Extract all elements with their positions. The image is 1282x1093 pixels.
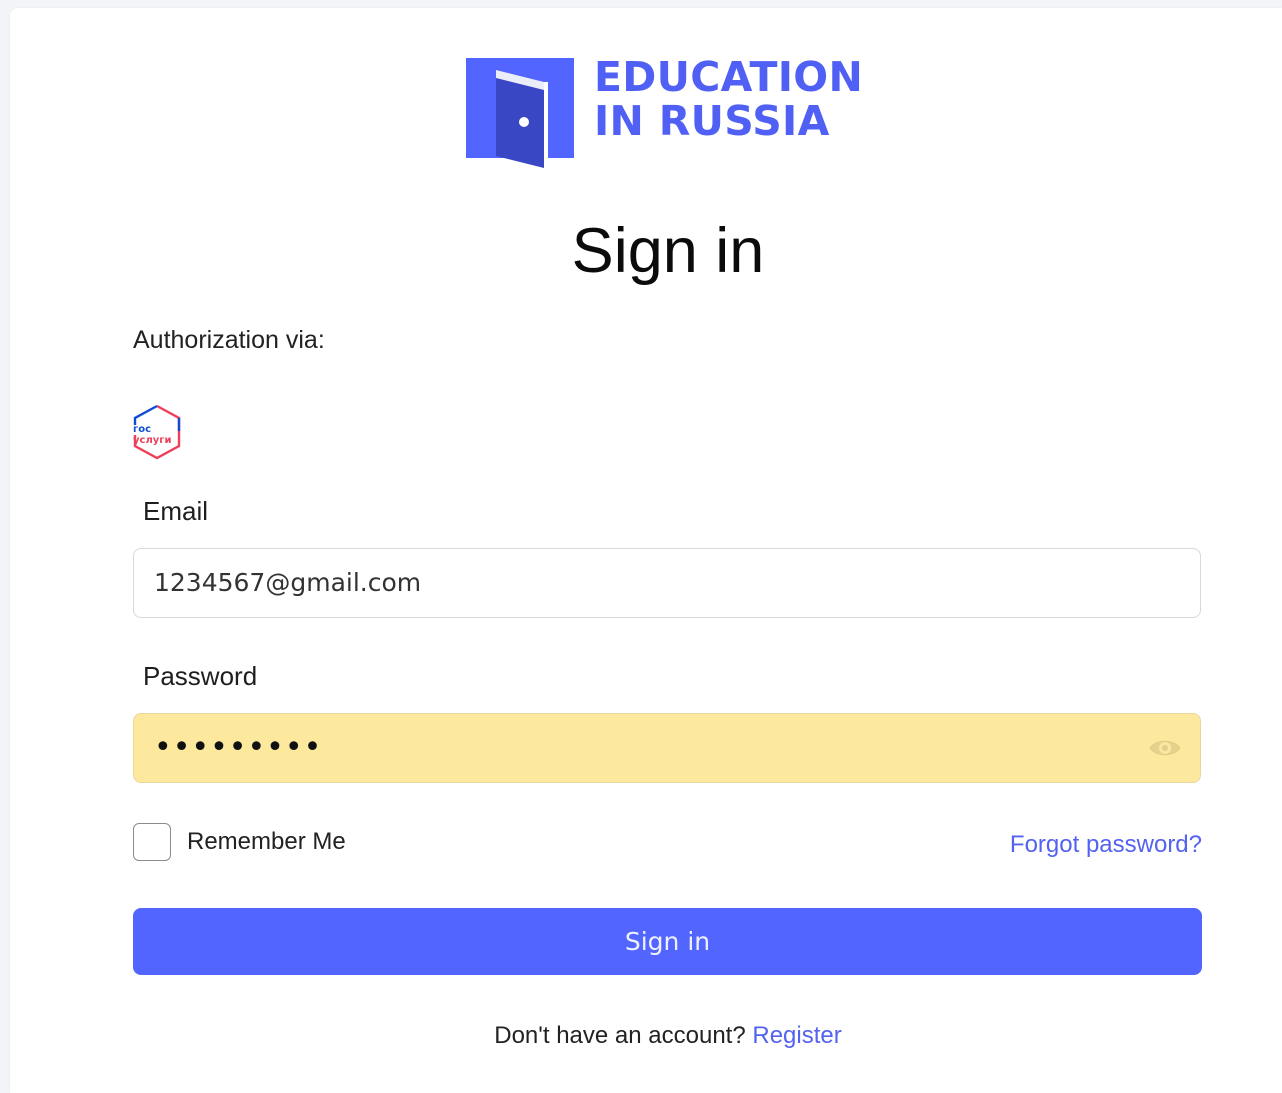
register-link[interactable]: Register	[752, 1022, 841, 1049]
email-label: Email	[143, 496, 209, 526]
remember-me: Remember Me	[133, 821, 346, 863]
sign-in-card: EDUCATION IN RUSSIA Sign in Authorizatio…	[10, 8, 1282, 1093]
email-field[interactable]: 1234567@gmail.com	[133, 548, 1201, 618]
password-masked-value: •••••••••	[154, 730, 323, 765]
remember-me-label[interactable]: Remember Me	[187, 828, 346, 856]
brand-wordmark: EDUCATION IN RUSSIA	[594, 55, 863, 143]
gosuslugi-text-top: гос	[133, 424, 151, 435]
gosuslugi-login-button[interactable]: гос услуги	[130, 403, 184, 463]
forgot-password-link[interactable]: Forgot password?	[1010, 831, 1202, 859]
door-logo-icon	[466, 58, 574, 168]
remember-me-checkbox[interactable]	[133, 823, 171, 861]
brand-line-2: IN RUSSIA	[594, 97, 830, 145]
eye-icon[interactable]	[1148, 736, 1182, 760]
gosuslugi-icon: гос услуги	[133, 404, 181, 460]
register-prompt-text: Don't have an account?	[494, 1022, 746, 1049]
register-prompt: Don't have an account? Register	[10, 1022, 1282, 1050]
password-label: Password	[143, 661, 258, 691]
password-field[interactable]: •••••••••	[133, 713, 1201, 783]
brand-line-1: EDUCATION	[594, 53, 864, 101]
sign-in-button[interactable]: Sign in	[133, 908, 1202, 975]
page-title: Sign in	[571, 216, 765, 286]
brand-logo[interactable]: EDUCATION IN RUSSIA	[466, 50, 886, 170]
gosuslugi-text-bottom: услуги	[133, 435, 172, 446]
authorization-label: Authorization via:	[133, 326, 325, 354]
